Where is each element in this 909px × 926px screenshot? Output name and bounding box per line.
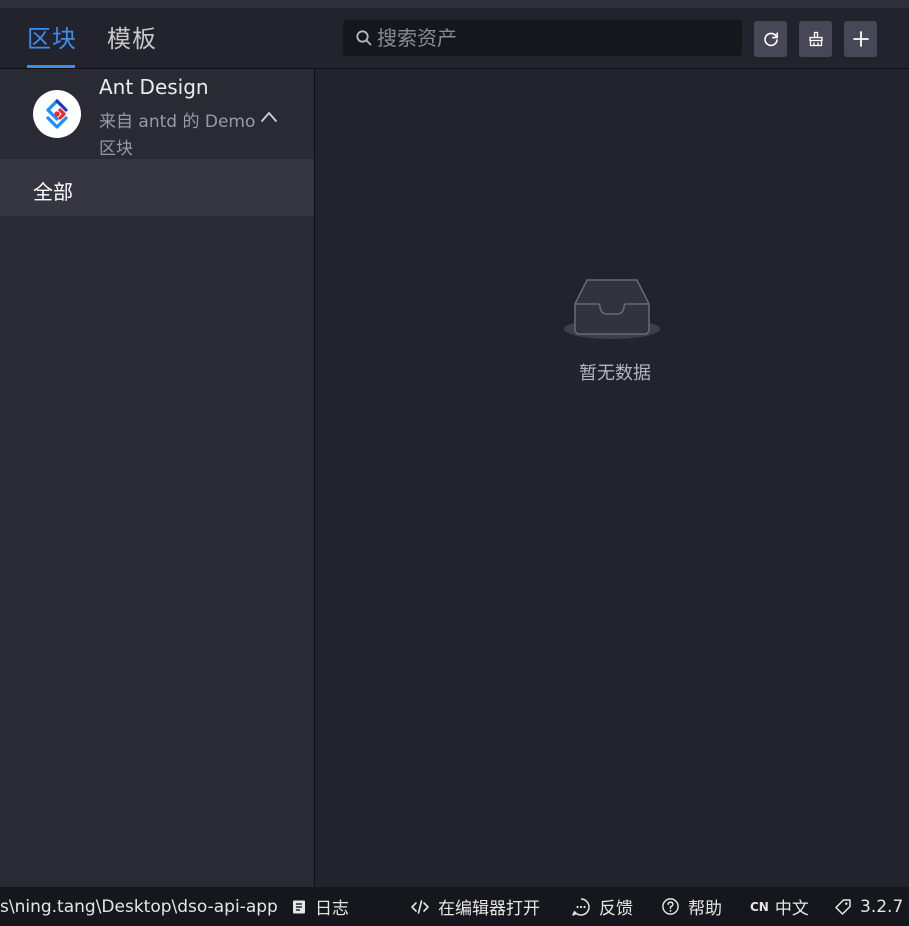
help-button[interactable]: 帮助	[661, 887, 722, 926]
empty-state: 暂无数据	[560, 274, 670, 384]
language-label: 中文	[774, 899, 809, 919]
message-icon	[572, 897, 590, 916]
tab-blocks[interactable]: 区块	[27, 24, 77, 54]
project-path[interactable]: s\ning.tang\Desktop\dso-api-app	[0, 887, 278, 926]
version-label: 3.2.7	[860, 896, 904, 917]
language-switch[interactable]: CN 中文	[750, 887, 809, 926]
empty-inbox-icon	[564, 279, 660, 339]
empty-text: 暂无数据	[579, 363, 651, 384]
language-code: CN	[750, 899, 769, 914]
category-item-all[interactable]: 全部	[0, 159, 314, 216]
window-top-strip	[0, 0, 909, 8]
refresh-button[interactable]	[754, 21, 787, 57]
search-box	[343, 20, 742, 56]
refresh-icon	[763, 32, 778, 47]
feedback-label: 反馈	[599, 899, 633, 919]
category-label: 全部	[33, 180, 73, 204]
log-label: 日志	[315, 899, 349, 919]
feedback-button[interactable]: 反馈	[571, 887, 633, 926]
plus-icon	[852, 31, 869, 47]
code-icon	[411, 899, 429, 914]
tab-templates[interactable]: 模板	[107, 24, 157, 54]
tag-icon	[835, 898, 851, 915]
help-label: 帮助	[688, 899, 722, 919]
header: 区块 模板	[0, 8, 909, 69]
open-in-editor-label: 在编辑器打开	[438, 899, 540, 919]
sidebar: Ant Design 来自 antd 的 Demo 区块 全部	[0, 69, 314, 887]
source-description: 来自 antd 的 Demo	[99, 112, 256, 132]
open-in-editor-button[interactable]: 在编辑器打开	[410, 887, 540, 926]
search-icon	[356, 30, 372, 46]
statusbar: s\ning.tang\Desktop\dso-api-app 日志 在编辑器打…	[0, 887, 909, 926]
asset-source: Ant Design 来自 antd 的 Demo 区块	[0, 69, 314, 159]
log-icon	[293, 900, 305, 913]
source-title: Ant Design	[99, 75, 209, 99]
add-button[interactable]	[844, 21, 877, 57]
avatar	[33, 90, 81, 138]
antd-logo-icon	[46, 99, 68, 129]
clean-button[interactable]	[799, 21, 832, 57]
active-tab-indicator	[27, 65, 75, 68]
source-type: 区块	[99, 139, 133, 159]
question-circle-icon	[662, 898, 679, 915]
log-button[interactable]: 日志	[291, 887, 349, 926]
broom-icon	[808, 31, 823, 47]
main-content: 暂无数据	[315, 69, 909, 887]
chevron-up-icon[interactable]	[260, 109, 278, 125]
version-info[interactable]: 3.2.7	[834, 887, 903, 926]
search-input[interactable]	[377, 20, 732, 56]
project-path-text: s\ning.tang\Desktop\dso-api-app	[0, 896, 278, 917]
